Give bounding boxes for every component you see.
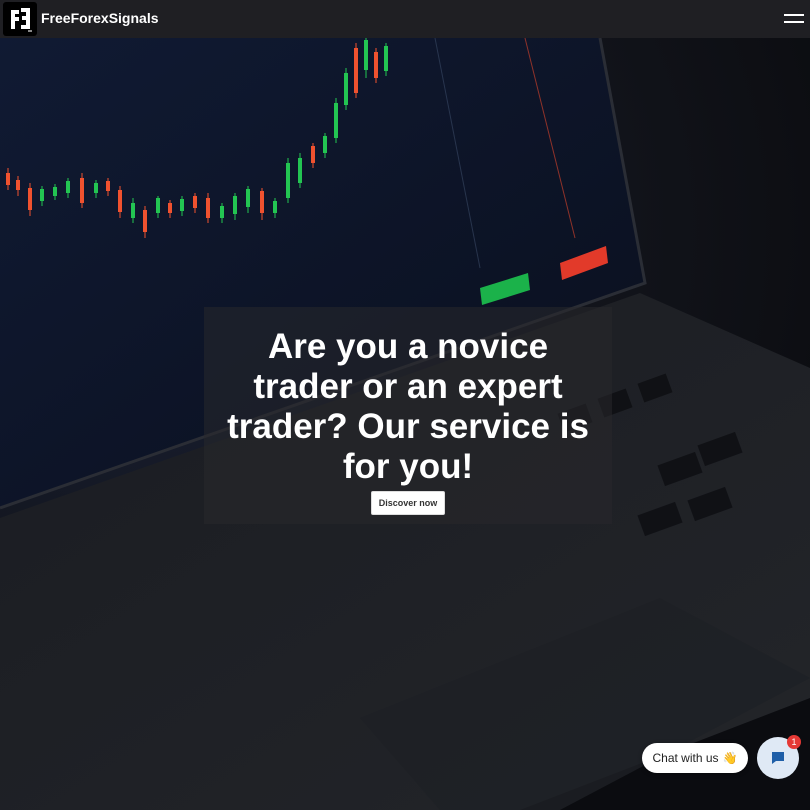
chat-with-us-button[interactable]: Chat with us 👋 bbox=[642, 743, 748, 773]
chat-bubble-icon bbox=[772, 752, 784, 764]
brand-name[interactable]: FreeForexSignals bbox=[41, 9, 159, 27]
discover-now-button[interactable]: Discover now bbox=[370, 491, 446, 515]
waving-hand-icon: 👋 bbox=[722, 751, 738, 765]
ff-logo-icon[interactable] bbox=[3, 2, 37, 36]
hamburger-menu-icon[interactable] bbox=[783, 10, 805, 28]
top-navbar: FreeForexSignals bbox=[0, 0, 810, 38]
hero-overlay: Are you a novice trader or an expert tra… bbox=[204, 307, 612, 524]
hero-headline: Are you a novice trader or an expert tra… bbox=[227, 327, 589, 486]
chat-label: Chat with us bbox=[652, 751, 719, 765]
chat-notification-badge: 1 bbox=[787, 735, 801, 749]
